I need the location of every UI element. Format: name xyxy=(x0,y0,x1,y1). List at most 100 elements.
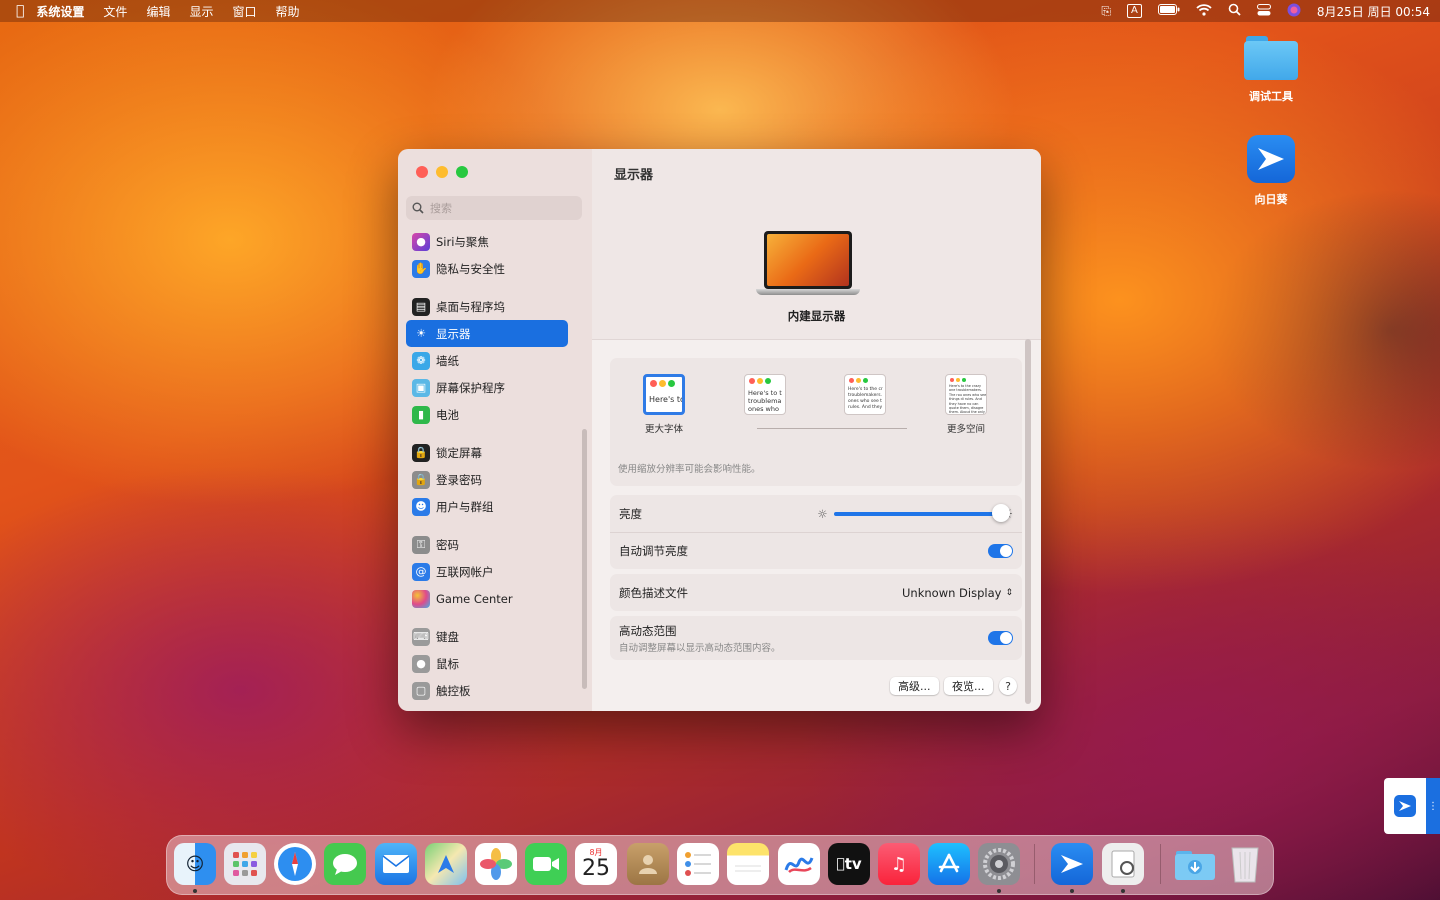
resolution-option-more-space[interactable]: Here's to the crazy one troublemakers. T… xyxy=(936,374,996,435)
maps-icon[interactable] xyxy=(425,843,467,885)
sidebar: ● Siri与聚焦 ✋ 隐私与安全性 ▤ 桌面与程序坞 ☀ 显示器 ❁ 墙纸 ▣ 屏幕保护程… xyxy=(398,149,592,711)
sidebar-item-users-groups[interactable]: ☻ 用户与群组 xyxy=(406,493,568,520)
close-button[interactable] xyxy=(416,166,428,178)
photos-icon[interactable] xyxy=(475,843,517,885)
preview-icon[interactable] xyxy=(1102,843,1144,885)
input-source-extra-icon[interactable]: ⎘ xyxy=(1101,4,1111,19)
sidebar-item-battery[interactable]: ▮ 电池 xyxy=(406,401,568,428)
running-indicator xyxy=(997,889,1001,893)
sun-icon: ☀ xyxy=(416,327,426,340)
brightness-slider[interactable]: ☼ ☼ xyxy=(817,503,1013,523)
brightness-knob[interactable] xyxy=(991,503,1010,522)
display-header: 显示器 内建显示器 xyxy=(592,149,1041,340)
color-profile-row: 颜色描述文件 Unknown Display ⇕ xyxy=(610,574,1022,611)
sidebar-item-passwords[interactable]: ⚿ 密码 xyxy=(406,531,568,558)
freeform-icon[interactable] xyxy=(778,843,820,885)
menu-view[interactable]: 显示 xyxy=(189,3,213,20)
game-center-icon xyxy=(412,589,430,608)
calendar-icon[interactable]: 8月 25 xyxy=(575,843,617,885)
menu-window[interactable]: 窗口 xyxy=(232,3,256,20)
menu-file[interactable]: 文件 xyxy=(103,3,127,20)
sidebar-item-privacy[interactable]: ✋ 隐私与安全性 xyxy=(406,255,568,282)
sidebar-item-internet-accounts[interactable]: @ 互联网帐户 xyxy=(406,558,568,585)
downloads-folder-icon[interactable] xyxy=(1174,843,1216,885)
spotlight-search-icon[interactable] xyxy=(1228,3,1241,19)
menu-edit[interactable]: 编辑 xyxy=(146,3,170,20)
apple-tv-icon[interactable]: tv xyxy=(828,843,870,885)
wifi-icon[interactable] xyxy=(1196,3,1212,19)
sunlogin-icon xyxy=(1394,795,1416,817)
color-profile-select[interactable]: Unknown Display ⇕ xyxy=(902,586,1013,600)
system-settings-icon[interactable] xyxy=(978,843,1020,885)
sidebar-item-label: 登录密码 xyxy=(436,472,482,487)
resolution-option-larger-text[interactable]: Here's to troublem 更大字体 xyxy=(634,374,694,435)
menu-bar:  系统设置 文件 编辑 显示 窗口 帮助 ⎘ A 8月25日 周日 00:54 xyxy=(0,0,1440,22)
page-title: 显示器 xyxy=(614,168,654,183)
sidebar-item-game-center[interactable]: Game Center xyxy=(406,585,568,612)
zoom-button[interactable] xyxy=(456,166,468,178)
menu-clock[interactable]: 8月25日 周日 00:54 xyxy=(1317,3,1430,20)
music-icon[interactable]: ♫ xyxy=(878,843,920,885)
finder-icon[interactable]: ☺ xyxy=(174,843,216,885)
sidebar-item-displays[interactable]: ☀ 显示器 xyxy=(406,320,568,347)
brightness-track[interactable] xyxy=(833,503,1010,522)
facetime-icon[interactable] xyxy=(525,843,567,885)
help-button[interactable]: ? xyxy=(999,677,1017,695)
main-pane: 显示器 内建显示器 Here's to troublem 更大字体 Here's… xyxy=(592,149,1041,711)
trackpad-icon: ▢ xyxy=(412,681,430,700)
night-shift-button[interactable]: 夜览... xyxy=(944,677,993,695)
advanced-button[interactable]: 高级... xyxy=(890,677,939,695)
control-center-icon[interactable] xyxy=(1256,3,1271,19)
trash-icon[interactable] xyxy=(1224,843,1266,885)
safari-icon[interactable] xyxy=(274,843,316,885)
desktop-app-sunlogin[interactable]: 向日葵 xyxy=(1226,135,1316,207)
display-name: 内建显示器 xyxy=(787,309,846,323)
hdr-toggle[interactable] xyxy=(988,631,1013,645)
lock-icon: 🔒 xyxy=(412,443,430,462)
search-input[interactable] xyxy=(428,200,572,216)
battery-status-icon[interactable] xyxy=(1157,4,1180,18)
running-indicator xyxy=(193,889,197,893)
input-mode-icon[interactable]: A xyxy=(1127,4,1142,18)
minimize-button[interactable] xyxy=(436,166,448,178)
contacts-icon[interactable] xyxy=(627,843,669,885)
resolution-note: 使用缩放分辨率可能会影响性能。 xyxy=(618,464,761,475)
apple-menu-icon[interactable]:  xyxy=(16,3,24,19)
mail-icon[interactable] xyxy=(375,843,417,885)
sidebar-item-siri[interactable]: ● Siri与聚焦 xyxy=(406,228,568,255)
launchpad-icon[interactable] xyxy=(224,843,266,885)
resolution-option-label: 更大字体 xyxy=(644,424,683,435)
messages-icon[interactable] xyxy=(324,843,366,885)
laptop-icon[interactable] xyxy=(756,231,872,301)
sidebar-item-wallpaper[interactable]: ❁ 墙纸 xyxy=(406,347,568,374)
sidebar-item-login-password[interactable]: 🔒 登录密码 xyxy=(406,466,568,493)
resolution-option-2[interactable]: Here's to t troublema ones who xyxy=(735,374,795,421)
more-vertical-icon[interactable]: ⋮ xyxy=(1426,778,1440,834)
siri-icon[interactable] xyxy=(1287,3,1301,20)
sidebar-item-mouse[interactable]: ● 鼠标 xyxy=(406,650,568,677)
search-field[interactable] xyxy=(406,196,582,220)
auto-brightness-toggle[interactable] xyxy=(988,544,1013,558)
menu-help[interactable]: 帮助 xyxy=(275,3,299,20)
sidebar-item-keyboard[interactable]: ⌨ 键盘 xyxy=(406,623,568,650)
app-store-icon[interactable] xyxy=(928,843,970,885)
sunlogin-floating-widget[interactable]: ⋮ xyxy=(1384,778,1440,834)
reminders-icon[interactable] xyxy=(677,843,719,885)
notes-icon[interactable] xyxy=(727,843,769,885)
sidebar-scrollbar[interactable] xyxy=(582,429,587,689)
sidebar-item-label: 密码 xyxy=(436,537,459,552)
resolution-option-3[interactable]: Here's to the cr troublemakers. ones who… xyxy=(835,374,895,421)
sidebar-item-desktop-dock[interactable]: ▤ 桌面与程序坞 xyxy=(406,293,568,320)
sidebar-item-label: Game Center xyxy=(436,591,513,606)
mouse-icon: ● xyxy=(412,654,430,673)
sidebar-nav: ● Siri与聚焦 ✋ 隐私与安全性 ▤ 桌面与程序坞 ☀ 显示器 ❁ 墙纸 ▣ 屏幕保护程… xyxy=(406,228,568,704)
sunlogin-icon[interactable] xyxy=(1051,843,1093,885)
sidebar-item-lock-screen[interactable]: 🔒 锁定屏幕 xyxy=(406,439,568,466)
folder-icon xyxy=(1244,36,1298,80)
main-scrollbar[interactable] xyxy=(1025,339,1031,704)
tv-label: tv xyxy=(840,855,862,873)
sidebar-item-trackpad[interactable]: ▢ 触控板 xyxy=(406,677,568,704)
desktop-folder[interactable]: 调试工具 xyxy=(1226,36,1316,104)
sidebar-item-screensaver[interactable]: ▣ 屏幕保护程序 xyxy=(406,374,568,401)
menu-app-name[interactable]: 系统设置 xyxy=(36,3,84,20)
